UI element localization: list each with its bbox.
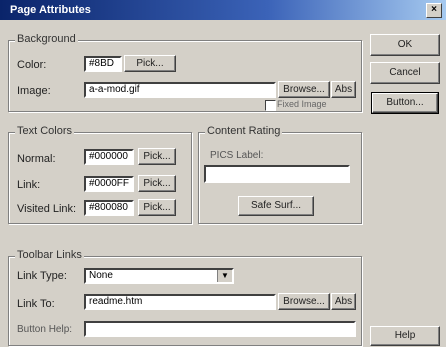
normal-color-label: Normal:	[17, 153, 56, 165]
window-title: Page Attributes	[10, 4, 91, 16]
link-to-field[interactable]: readme.htm	[84, 294, 276, 310]
button-editor-button[interactable]: Button...	[371, 92, 439, 114]
toolbar-links-legend: Toolbar Links	[15, 249, 84, 261]
background-browse-button[interactable]: Browse...	[278, 81, 330, 98]
link-pick-button[interactable]: Pick...	[138, 175, 176, 192]
link-color-field[interactable]: #0000FF	[84, 176, 134, 192]
link-color-label: Link:	[17, 179, 41, 191]
page-attributes-dialog: Page Attributes × Background Color: #8BD…	[0, 0, 446, 347]
visited-color-label: Visited Link:	[17, 203, 77, 215]
background-legend: Background	[15, 33, 78, 45]
pics-label-field[interactable]	[204, 165, 350, 183]
help-button[interactable]: Help	[370, 326, 440, 346]
normal-color-field[interactable]: #000000	[84, 149, 134, 165]
link-to-label: Link To:	[17, 298, 55, 310]
fixed-image-checkbox[interactable]	[265, 100, 276, 111]
link-type-label: Link Type:	[17, 270, 67, 282]
content-rating-legend: Content Rating	[205, 125, 283, 137]
link-to-browse-button[interactable]: Browse...	[278, 293, 330, 310]
title-bar[interactable]: Page Attributes ×	[0, 0, 446, 20]
background-color-field[interactable]: #8BD	[84, 56, 122, 72]
safe-surf-button[interactable]: Safe Surf...	[238, 196, 314, 216]
image-label: Image:	[17, 85, 51, 97]
background-pick-button[interactable]: Pick...	[124, 55, 176, 72]
background-abs-button[interactable]: Abs	[331, 81, 356, 98]
close-button[interactable]: ×	[426, 3, 442, 18]
normal-pick-button[interactable]: Pick...	[138, 148, 176, 165]
text-colors-legend: Text Colors	[15, 125, 75, 137]
pics-label: PICS Label:	[210, 150, 264, 161]
button-help-field[interactable]	[84, 321, 356, 337]
button-help-label: Button Help:	[17, 324, 73, 335]
fixed-image-label: Fixed Image	[277, 99, 327, 109]
link-type-value: None	[89, 270, 113, 281]
link-to-abs-button[interactable]: Abs	[331, 293, 356, 310]
color-label: Color:	[17, 59, 47, 71]
link-type-select[interactable]: None ▼	[84, 268, 234, 284]
cancel-button[interactable]: Cancel	[370, 62, 440, 84]
visited-color-field[interactable]: #800080	[84, 200, 134, 216]
visited-pick-button[interactable]: Pick...	[138, 199, 176, 216]
background-image-field[interactable]: a-a-mod.gif	[84, 82, 276, 98]
ok-button[interactable]: OK	[370, 34, 440, 56]
chevron-down-icon[interactable]: ▼	[217, 270, 232, 282]
